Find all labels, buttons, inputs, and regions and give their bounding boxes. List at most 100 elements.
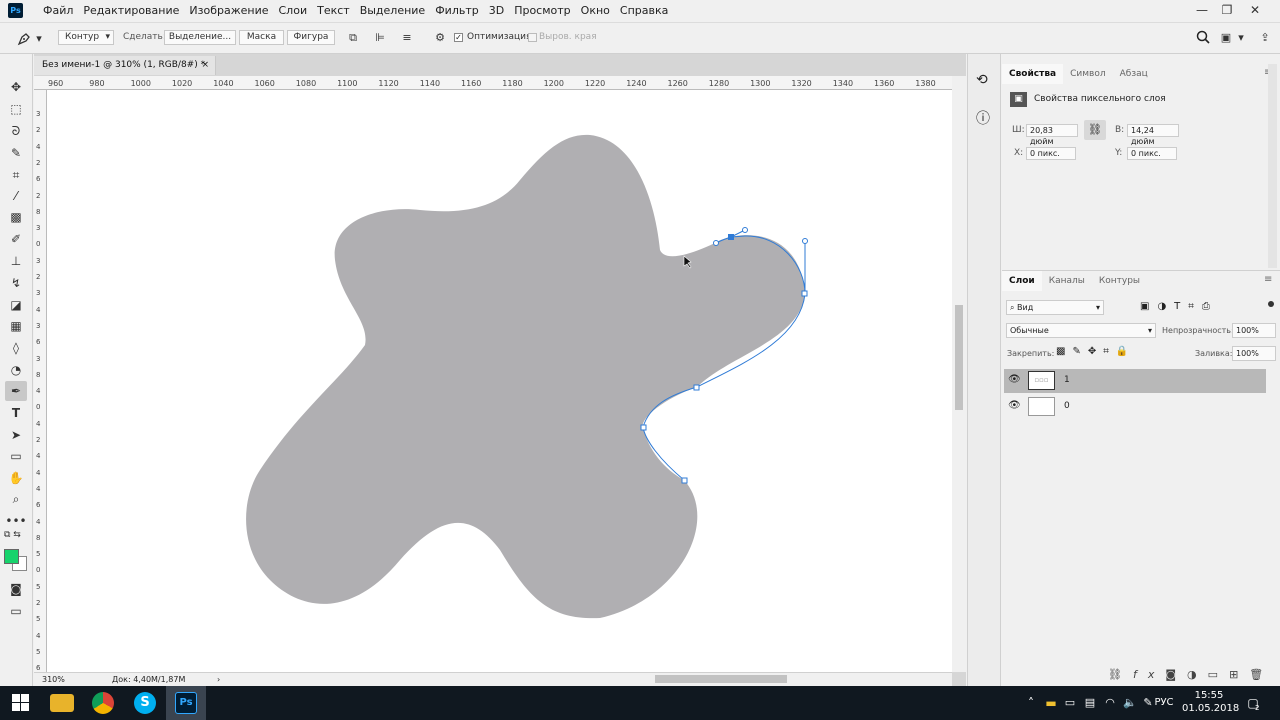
- stamp-tool-icon[interactable]: ⊥: [5, 251, 27, 271]
- properties-scrollbar[interactable]: [1268, 64, 1277, 268]
- type-tool-icon[interactable]: T: [5, 403, 27, 423]
- fx-icon[interactable]: fx: [1133, 668, 1165, 681]
- trash-icon[interactable]: 🗑: [1249, 668, 1274, 681]
- pen-icon[interactable]: [16, 31, 32, 47]
- menu-image[interactable]: Изображение: [184, 0, 273, 22]
- horizontal-ruler[interactable]: 960 980 1000 1020 1040 1060 1080 1100 1120 1140 11…: [34, 76, 952, 90]
- panel-menu-icon[interactable]: ≡: [1264, 274, 1272, 285]
- menu-filter[interactable]: Фильтр: [430, 0, 484, 22]
- gray-blob-shape[interactable]: [246, 134, 806, 619]
- canvas[interactable]: [47, 90, 952, 672]
- skype-icon[interactable]: S: [134, 692, 156, 714]
- search-icon[interactable]: [1195, 30, 1211, 46]
- volume-icon[interactable]: 🔈: [1122, 686, 1138, 720]
- path-arrangement-icon[interactable]: ≡: [399, 30, 415, 46]
- tab-paragraph[interactable]: Абзац: [1113, 64, 1155, 84]
- anchor-point[interactable]: [681, 477, 688, 484]
- filter-toggle-icon[interactable]: [1268, 301, 1274, 307]
- windows-start-icon[interactable]: [12, 694, 29, 714]
- crop-tool-icon[interactable]: ⌗: [5, 165, 27, 185]
- opacity-field[interactable]: 100%: [1232, 323, 1276, 338]
- align-edges-checkbox[interactable]: [528, 33, 537, 42]
- notifications-icon[interactable]: ▢: [1244, 686, 1262, 720]
- wifi-icon[interactable]: ◠: [1102, 686, 1118, 720]
- chevron-up-icon[interactable]: ˄: [1024, 686, 1038, 720]
- link-layers-icon[interactable]: ⛓: [1108, 668, 1133, 681]
- language-indicator[interactable]: РУС: [1154, 686, 1174, 720]
- minimize-button[interactable]: —: [1190, 0, 1214, 22]
- screen-mode-icon[interactable]: ▭: [5, 601, 27, 621]
- workspace-icon[interactable]: ▣: [1218, 30, 1234, 46]
- clock[interactable]: 15:55 01.05.2018: [1182, 689, 1239, 715]
- brush-tool-icon[interactable]: ✐: [5, 229, 27, 249]
- height-field[interactable]: 14,24 дюйм: [1127, 124, 1179, 146]
- handle-point[interactable]: [713, 240, 719, 246]
- move-tool-icon[interactable]: ✥: [5, 77, 27, 97]
- close-window-button[interactable]: ✕: [1243, 0, 1267, 22]
- eye-icon[interactable]: 👁: [1008, 374, 1021, 385]
- photoshop-taskbar-icon[interactable]: Ps: [175, 692, 197, 714]
- layer-filter-select[interactable]: ⌕ Вид ▾: [1006, 300, 1104, 315]
- document-tab[interactable]: Без имени-1 @ 310% (1, RGB/8#) * ×: [34, 56, 216, 75]
- eyedropper-tool-icon[interactable]: ⁄: [5, 186, 27, 206]
- handle-point[interactable]: [802, 238, 808, 244]
- menu-view[interactable]: Просмотр: [509, 0, 575, 22]
- pen-tool-icon[interactable]: ✒: [5, 381, 27, 401]
- menu-file[interactable]: Файл: [38, 0, 78, 22]
- optimization-checkbox[interactable]: ✓: [454, 33, 463, 42]
- share-icon[interactable]: ⇪: [1257, 30, 1273, 46]
- eraser-tool-icon[interactable]: ◪: [5, 295, 27, 315]
- blur-tool-icon[interactable]: ◊: [5, 338, 27, 358]
- marquee-tool-icon[interactable]: ⬚: [5, 99, 27, 119]
- menu-select[interactable]: Выделение: [355, 0, 431, 22]
- folder-tray-icon[interactable]: ▬: [1043, 686, 1059, 720]
- mask-button[interactable]: Маска: [239, 30, 284, 45]
- history-brush-tool-icon[interactable]: ↯: [5, 273, 27, 293]
- chevron-down-icon[interactable]: ▾: [34, 31, 44, 47]
- layer-name[interactable]: 0: [1064, 401, 1070, 411]
- menu-window[interactable]: Окно: [576, 0, 615, 22]
- horizontal-scroll-thumb[interactable]: [655, 675, 787, 683]
- layer-row-1[interactable]: 👁 ▫▫▫ 1: [1004, 369, 1266, 393]
- more-tools-icon[interactable]: •••: [5, 511, 27, 531]
- link-icon[interactable]: ⛓: [1084, 120, 1106, 140]
- vertical-scroll-thumb[interactable]: [955, 305, 963, 410]
- adjustment-layer-icon[interactable]: ◑: [1187, 668, 1208, 681]
- blend-mode-select[interactable]: Обычные ▾: [1006, 323, 1156, 338]
- selected-anchor-point[interactable]: [728, 234, 734, 240]
- default-colors-icon[interactable]: ⧉ ⇆: [4, 530, 21, 540]
- close-tab-icon[interactable]: ×: [201, 56, 209, 75]
- menu-help[interactable]: Справка: [615, 0, 673, 22]
- path-selection-tool-icon[interactable]: ➤: [5, 425, 27, 445]
- menu-layer[interactable]: Слои: [274, 0, 313, 22]
- quick-select-tool-icon[interactable]: ✎: [5, 143, 27, 163]
- healing-tool-icon[interactable]: ▩: [5, 207, 27, 227]
- zoom-level[interactable]: 310%: [42, 673, 65, 686]
- restore-button[interactable]: ❐: [1215, 0, 1239, 22]
- dodge-tool-icon[interactable]: ◔: [5, 360, 27, 380]
- folder-icon[interactable]: ▭: [1208, 668, 1229, 681]
- menu-type[interactable]: Текст: [312, 0, 355, 22]
- x-field[interactable]: 0 пикс.: [1026, 147, 1076, 160]
- anchor-point[interactable]: [693, 384, 700, 391]
- tab-paths[interactable]: Контуры: [1092, 271, 1147, 291]
- info-icon[interactable]: ⓘ: [976, 108, 990, 128]
- path-operations-icon[interactable]: ⧉: [345, 30, 361, 46]
- new-layer-icon[interactable]: ⊞: [1229, 668, 1249, 681]
- network-icon[interactable]: ▤: [1082, 686, 1098, 720]
- selection-button[interactable]: Выделение...: [164, 30, 236, 45]
- menu-3d[interactable]: 3D: [484, 0, 509, 22]
- chevron-right-icon[interactable]: ›: [217, 673, 220, 686]
- layer-name[interactable]: 1: [1064, 375, 1070, 385]
- lasso-tool-icon[interactable]: ᘐ: [5, 121, 27, 141]
- y-field[interactable]: 0 пикс.: [1127, 147, 1177, 160]
- battery-icon[interactable]: ▭: [1062, 686, 1078, 720]
- tab-properties[interactable]: Свойства: [1002, 64, 1064, 84]
- anchor-point[interactable]: [640, 424, 647, 431]
- chrome-icon[interactable]: [92, 692, 114, 714]
- add-mask-icon[interactable]: ◙: [1165, 668, 1187, 681]
- lock-icons[interactable]: ▩✎✥⌗🔒: [1056, 346, 1135, 357]
- menu-edit[interactable]: Редактирование: [78, 0, 184, 22]
- eye-icon[interactable]: 👁: [1008, 400, 1021, 411]
- history-icon[interactable]: ⟲: [976, 72, 988, 88]
